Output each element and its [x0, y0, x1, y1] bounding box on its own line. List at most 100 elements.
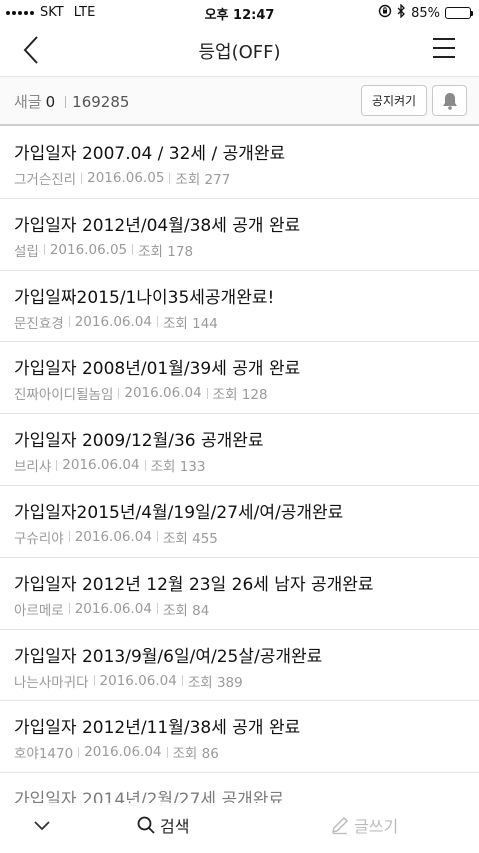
search-icon — [137, 816, 155, 834]
post-meta: 호야1470 2016.06.04 조회 86 — [14, 742, 219, 762]
post-meta: 구슈리야 2016.06.04 조회 455 — [14, 527, 218, 547]
divider — [56, 459, 58, 471]
divider — [68, 531, 70, 543]
post-date: 2016.06.04 — [99, 672, 177, 689]
divider — [156, 531, 158, 543]
post-author: 진짜아이디될놈임 — [14, 387, 114, 404]
post-date: 2016.06.05 — [87, 170, 165, 186]
post-list: 가입일자 2007.04 / 32세 / 공개완료 그거슨진리 2016.06.… — [0, 127, 479, 845]
status-bar: SKT LTE 오후 12:47 85% — [0, 0, 479, 24]
divider — [156, 603, 158, 615]
post-meta: 진짜아이디될놈임 2016.06.04 조회 128 — [14, 383, 268, 403]
post-views: 조회 178 — [138, 243, 194, 260]
bell-icon — [442, 92, 457, 110]
post-date: 2016.06.04 — [74, 313, 152, 330]
post-date: 2016.06.04 — [84, 744, 162, 761]
list-item[interactable]: 가입일짜2015/1나이35세공개완료! 문진효경 2016.06.04 조회 … — [0, 271, 479, 343]
post-author: 문진효경 — [14, 315, 64, 332]
search-label: 검색 — [160, 817, 190, 836]
post-views: 조회 128 — [212, 387, 268, 404]
divider — [118, 387, 120, 399]
write-label: 글쓰기 — [354, 817, 399, 836]
list-item[interactable]: 가입일자 2012년/04월/38세 공개 완료 설립 2016.06.05 조… — [0, 199, 479, 271]
divider — [206, 387, 208, 399]
post-meta: 설립 2016.06.05 조회 178 — [14, 240, 193, 260]
list-item[interactable]: 가입일자 2009/12월/36 공개완료 브리샤 2016.06.04 조회 … — [0, 414, 479, 486]
divider — [181, 675, 183, 687]
search-button[interactable]: 검색 — [136, 813, 189, 837]
post-meta: 그거슨진리 2016.06.05 조회 277 — [14, 168, 230, 188]
post-meta: 브리샤 2016.06.04 조회 133 — [14, 455, 205, 475]
header: 등업(OFF) — [0, 24, 479, 76]
post-views: 조회 455 — [162, 530, 218, 547]
list-item[interactable]: 가입일자 2013/9월/6일/여/25살/공개완료 나는사마귀다 2016.0… — [0, 630, 479, 702]
notice-toggle-button[interactable]: 공지켜기 — [361, 85, 427, 116]
pencil-icon — [331, 816, 349, 835]
post-views: 조회 277 — [175, 172, 231, 188]
post-title: 가입일자 2012년 12월 23일 26세 남자 공개완료 — [14, 574, 374, 595]
status-right: 85% — [378, 3, 473, 22]
post-title: 가입일자2015년/4월/19일/27세/여/공개완료 — [14, 502, 344, 523]
write-button[interactable]: 글쓰기 — [330, 813, 398, 837]
list-item[interactable]: 가입일자 2012년 12월 23일 26세 남자 공개완료 아르메로 2016… — [0, 558, 479, 630]
bluetooth-icon — [397, 3, 406, 22]
divider — [43, 244, 45, 256]
notification-button[interactable] — [432, 85, 467, 116]
post-views: 조회 144 — [162, 315, 218, 332]
new-posts-label: 새글 — [14, 93, 42, 111]
post-title: 가입일자 2007.04 / 32세 / 공개완료 — [14, 144, 286, 164]
post-meta: 아르메로 2016.06.04 조회 84 — [14, 599, 209, 619]
divider — [65, 95, 67, 108]
post-meta: 문진효경 2016.06.04 조회 144 — [14, 312, 218, 332]
post-title: 가입일자 2013/9월/6일/여/25살/공개완료 — [14, 646, 323, 667]
post-author: 나는사마귀다 — [14, 674, 89, 691]
divider — [132, 244, 134, 256]
page-title: 등업(OFF) — [198, 42, 281, 63]
post-title: 가입일자 2009/12월/36 공개완료 — [14, 431, 264, 452]
post-author: 호야1470 — [14, 746, 74, 763]
divider — [144, 459, 146, 471]
divider — [68, 603, 70, 615]
divider — [78, 746, 80, 758]
post-title: 가입일자 2012년/11월/38세 공개 완료 — [14, 718, 301, 739]
post-counts: 새글 0 169285 — [14, 91, 129, 112]
battery-percent: 85% — [411, 5, 440, 21]
post-date: 2016.06.04 — [124, 385, 202, 402]
bottom-toolbar: 검색 글쓰기 — [0, 803, 479, 853]
post-author: 브리샤 — [14, 459, 52, 476]
post-views: 조회 86 — [172, 746, 219, 763]
post-views: 조회 133 — [150, 459, 206, 476]
post-author: 아르메로 — [14, 602, 64, 619]
divider — [93, 675, 95, 687]
chevron-down-icon — [34, 821, 50, 831]
menu-button[interactable] — [431, 36, 457, 60]
hamburger-menu-icon — [433, 38, 455, 58]
post-date: 2016.06.04 — [62, 457, 140, 474]
battery-icon — [445, 7, 473, 19]
post-title: 가입일자 2012년/04월/38세 공개 완료 — [14, 215, 301, 236]
divider — [81, 172, 83, 184]
post-date: 2016.06.04 — [74, 600, 152, 617]
list-item[interactable]: 가입일자 2007.04 / 32세 / 공개완료 그거슨진리 2016.06.… — [0, 127, 479, 199]
post-title: 가입일자 2008년/01월/39세 공개 완료 — [14, 359, 301, 380]
post-views: 조회 84 — [162, 602, 210, 619]
rotation-lock-icon — [378, 4, 392, 22]
divider — [156, 316, 158, 328]
divider — [166, 746, 168, 758]
post-meta: 나는사마귀다 2016.06.04 조회 389 — [14, 671, 243, 691]
scroll-down-button[interactable] — [32, 815, 52, 835]
list-item[interactable]: 가입일자2015년/4월/19일/27세/여/공개완료 구슈리야 2016.06… — [0, 486, 479, 558]
total-posts-count: 169285 — [72, 92, 130, 111]
post-author: 그거슨진리 — [14, 172, 77, 188]
list-item[interactable]: 가입일자 2008년/01월/39세 공개 완료 진짜아이디될놈임 2016.0… — [0, 342, 479, 415]
post-date: 2016.06.04 — [74, 528, 152, 545]
divider — [169, 172, 171, 184]
post-author: 설립 — [14, 243, 39, 260]
new-posts-count: 0 — [45, 92, 56, 111]
list-item[interactable]: 가입일자 2012년/11월/38세 공개 완료 호야1470 2016.06.… — [0, 701, 479, 774]
post-views: 조회 389 — [187, 674, 243, 691]
post-date: 2016.06.05 — [49, 241, 128, 258]
board-info-bar: 새글 0 169285 공지켜기 — [0, 76, 479, 126]
post-title: 가입일짜2015/1나이35세공개완료! — [14, 287, 275, 308]
post-author: 구슈리야 — [14, 530, 64, 547]
